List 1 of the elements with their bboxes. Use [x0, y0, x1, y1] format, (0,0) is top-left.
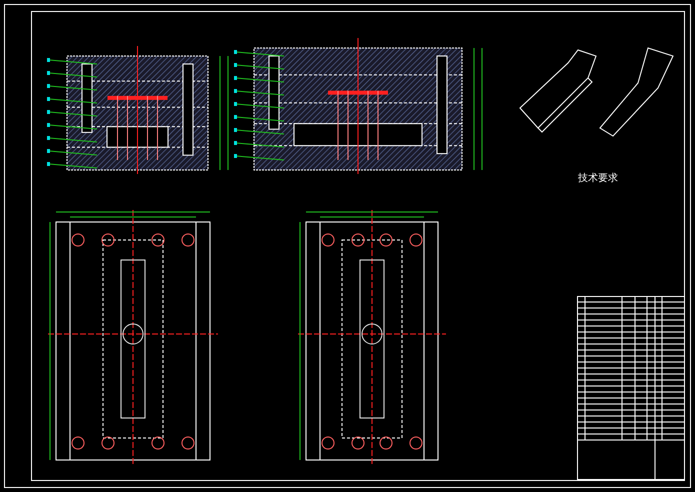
notes-title: 技术要求 — [578, 173, 618, 184]
